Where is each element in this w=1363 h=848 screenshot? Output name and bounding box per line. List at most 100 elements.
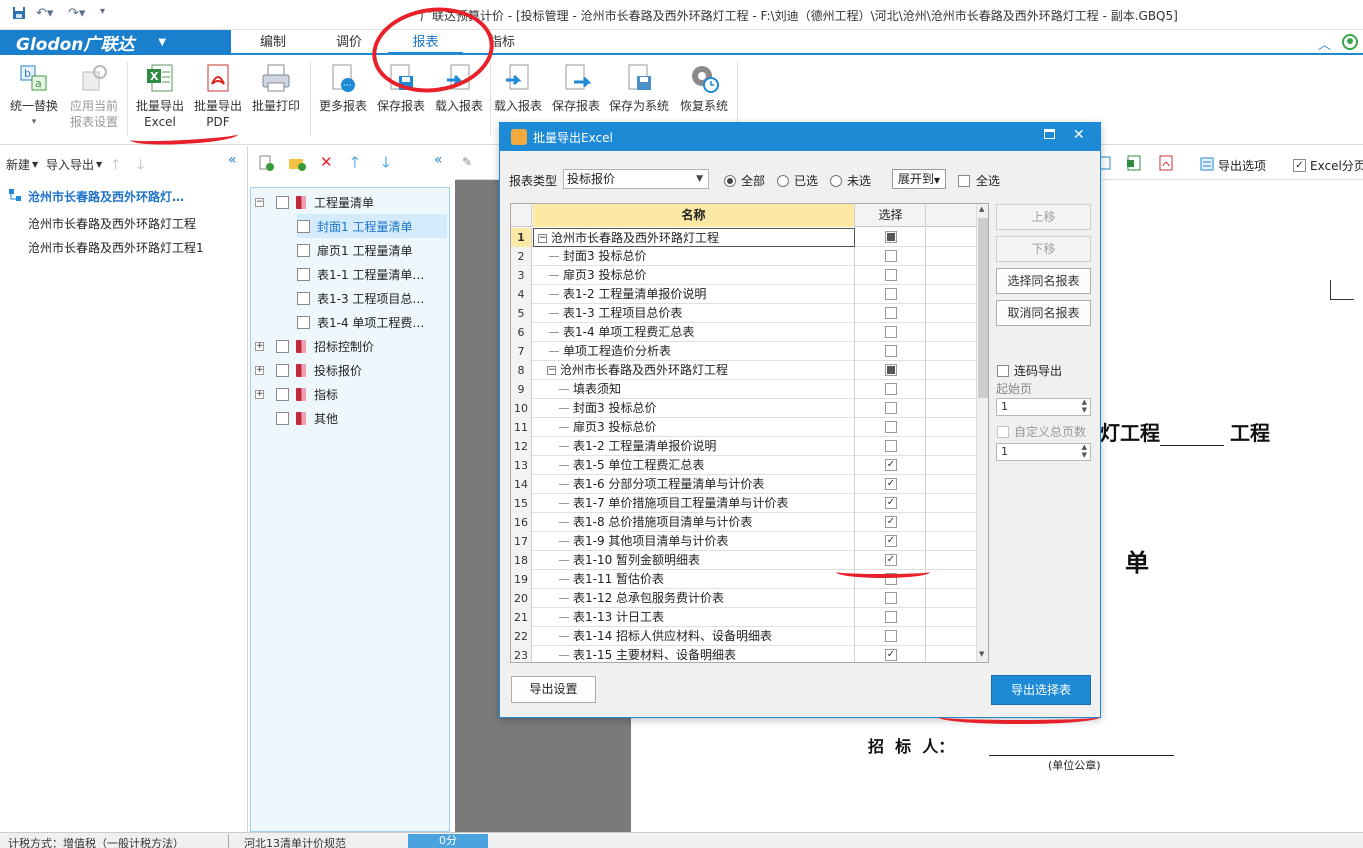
move-up-button[interactable]: 上移	[996, 204, 1091, 230]
radio-checked[interactable]	[724, 174, 736, 187]
expand-toggle[interactable]: −	[538, 234, 547, 243]
grid-row[interactable]: 6 表1-4 单项工程费汇总表	[511, 323, 988, 342]
report-type-select[interactable]: 投标报价 ▼	[563, 169, 709, 189]
new-button[interactable]: 新建 ▼	[6, 156, 38, 173]
grid-row[interactable]: 8− 沧州市长春路及西外环路灯工程	[511, 361, 988, 380]
save-icon[interactable]	[12, 6, 26, 24]
excel-small-icon[interactable]	[1126, 155, 1142, 174]
grid-row[interactable]: 1− 沧州市长春路及西外环路灯工程	[511, 228, 988, 247]
grid-row[interactable]: 7 单项工程造价分析表	[511, 342, 988, 361]
grid-row[interactable]: 16 表1-8 总价措施项目清单与计价表 ✓	[511, 513, 988, 532]
tree-checkbox[interactable]	[297, 291, 310, 305]
unified-replace-button[interactable]: ba 统一替换 ▾	[6, 62, 62, 130]
checkbox[interactable]	[997, 364, 1009, 377]
radio-selected[interactable]: 已选	[777, 172, 818, 189]
tree-node-5[interactable]: 表1-4 单项工程费…	[297, 310, 424, 334]
name-column-header[interactable]: 名称	[533, 204, 855, 227]
project-item-2[interactable]: 沧州市长春路及西外环路灯工程1	[28, 239, 204, 256]
tree-checkbox[interactable]	[276, 339, 289, 353]
grid-row[interactable]: 2 封面3 投标总价	[511, 247, 988, 266]
grid-row[interactable]: 17 表1-9 其他项目清单与计价表 ✓	[511, 532, 988, 551]
grid-row[interactable]: 15 表1-7 单价措施项目工程量清单与计价表 ✓	[511, 494, 988, 513]
custom-total-pages-checkbox[interactable]: 自定义总页数	[997, 423, 1086, 440]
row-checkbox[interactable]	[885, 611, 897, 623]
tree-node-9[interactable]: 其他	[276, 406, 338, 430]
close-icon[interactable]: ✕	[1073, 127, 1085, 143]
save-report-button-2[interactable]: 保存报表	[548, 62, 604, 114]
project-root[interactable]: 沧州市长春路及西外环路灯…	[8, 188, 184, 205]
row-checkbox[interactable]	[885, 288, 897, 300]
delete-icon[interactable]: ✕	[320, 153, 333, 171]
grid-row[interactable]: 22 表1-14 招标人供应材料、设备明细表	[511, 627, 988, 646]
tree-node-2[interactable]: 扉页1 工程量清单	[297, 238, 412, 262]
tree-node-8[interactable]: + 指标	[255, 382, 338, 406]
select-column-header[interactable]: 选择	[856, 204, 926, 227]
grid-row[interactable]: 14 表1-6 分部分项工程量清单与计价表 ✓	[511, 475, 988, 494]
row-checkbox-checked[interactable]: ✓	[885, 554, 897, 566]
move-down-arrow-icon[interactable]: 🡓	[382, 152, 390, 177]
excel-paging-checkbox[interactable]: ✓ Excel分页	[1293, 157, 1363, 174]
tree-checkbox[interactable]	[276, 387, 289, 401]
expand-toggle[interactable]: +	[255, 389, 264, 399]
tree-checkbox[interactable]	[297, 219, 310, 233]
collapse-left-icon[interactable]: «	[228, 152, 237, 168]
export-settings-button[interactable]: 导出设置	[511, 676, 596, 703]
tree-node-3[interactable]: 表1-1 工程量清单…	[297, 262, 424, 286]
more-reports-button[interactable]: ··· 更多报表	[315, 62, 371, 114]
redo-icon[interactable]: ↷▾	[68, 6, 85, 21]
batch-export-pdf-button[interactable]: 批量导出 PDF	[190, 62, 246, 130]
radio-unchecked[interactable]	[777, 174, 789, 187]
grid-row[interactable]: 9 填表须知	[511, 380, 988, 399]
tree-checkbox[interactable]	[297, 315, 310, 329]
customize-icon[interactable]: ▾	[100, 6, 105, 17]
row-checkbox-partial[interactable]	[885, 364, 897, 376]
import-export-button[interactable]: 导入导出 ▼	[46, 156, 102, 173]
expand-toggle[interactable]: +	[255, 365, 264, 375]
tree-checkbox[interactable]	[276, 195, 289, 209]
maximize-icon[interactable]	[1044, 129, 1055, 139]
checkbox-checked[interactable]: ✓	[1293, 159, 1306, 172]
scroll-up-icon[interactable]: ▲	[979, 205, 984, 213]
menu-bianzhi[interactable]: 编制	[248, 30, 298, 55]
row-checkbox[interactable]	[885, 307, 897, 319]
pdf-small-icon[interactable]	[1158, 155, 1174, 174]
move-up-arrow-icon[interactable]: 🡑	[351, 152, 359, 177]
row-checkbox[interactable]	[885, 269, 897, 281]
tree-node-4[interactable]: 表1-3 工程项目总…	[297, 286, 424, 310]
menu-tiaojia[interactable]: 调价	[325, 30, 373, 55]
custom-total-input[interactable]: 1 ▲ ▼	[996, 443, 1091, 461]
radio-unchecked[interactable]	[830, 174, 842, 187]
row-checkbox-checked[interactable]: ✓	[885, 535, 897, 547]
project-item-1[interactable]: 沧州市长春路及西外环路灯工程	[28, 215, 196, 232]
row-checkbox[interactable]	[885, 440, 897, 452]
expand-to-dropdown[interactable]: 展开到▼	[892, 169, 946, 189]
add-folder-icon[interactable]	[288, 155, 306, 174]
load-report-button-2[interactable]: 载入报表	[490, 62, 546, 114]
app-logo[interactable]: Glodon广联达 ▼	[0, 30, 231, 55]
scroll-down-icon[interactable]: ▼	[979, 650, 984, 658]
restore-system-button[interactable]: 恢复系统	[676, 62, 732, 114]
select-all-checkbox[interactable]: 全选	[958, 172, 1000, 189]
tree-checkbox[interactable]	[297, 267, 310, 281]
tree-node-6[interactable]: + 招标控制价	[255, 334, 374, 358]
save-as-system-button[interactable]: 保存为系统	[606, 62, 672, 114]
grid-row[interactable]: 13 表1-5 单位工程费汇总表 ✓	[511, 456, 988, 475]
tree-checkbox[interactable]	[276, 411, 289, 425]
tree-node-7[interactable]: + 投标报价	[255, 358, 362, 382]
row-checkbox[interactable]	[885, 326, 897, 338]
expand-toggle[interactable]: −	[547, 366, 556, 375]
radio-unselected[interactable]: 未选	[830, 172, 871, 189]
row-checkbox[interactable]	[885, 250, 897, 262]
grid-scrollbar[interactable]: ▲ ▼	[976, 204, 988, 662]
expand-toggle[interactable]: −	[255, 197, 264, 207]
tree-checkbox[interactable]	[297, 243, 310, 257]
row-checkbox-checked[interactable]: ✓	[885, 459, 897, 471]
apply-current-settings-button[interactable]: 应用当前 报表设置	[66, 62, 122, 130]
undo-icon[interactable]: ↶▾	[36, 6, 53, 21]
batch-export-excel-button[interactable]: X 批量导出 Excel	[132, 62, 188, 130]
continuous-export-checkbox[interactable]: 连码导出	[997, 362, 1062, 379]
row-checkbox-checked[interactable]: ✓	[885, 497, 897, 509]
grid-row[interactable]: 23 表1-15 主要材料、设备明细表 ✓	[511, 646, 988, 662]
grid-row[interactable]: 20 表1-12 总承包服务费计价表	[511, 589, 988, 608]
select-same-name-button[interactable]: 选择同名报表	[996, 268, 1091, 294]
